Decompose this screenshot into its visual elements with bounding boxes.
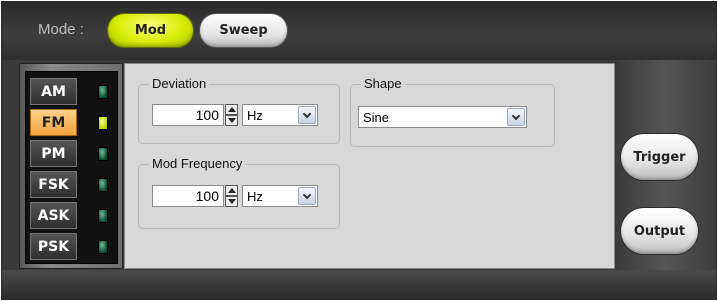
mode-tab-sweep[interactable]: Sweep [200,14,287,47]
mod-row-fsk: FSK [30,171,115,198]
arrow-up-icon [227,188,236,193]
action-panel: Trigger Output [615,60,716,270]
deviation-title: Deviation [149,76,210,91]
psk-indicator-led [98,240,108,254]
mode-label: Mode : [38,21,84,38]
mod-row-ask: ASK [30,202,115,229]
trigger-button[interactable]: Trigger [621,134,698,180]
shape-select[interactable]: Sine [358,106,527,128]
chevron-down-icon [302,109,312,118]
app-window: Mode : Mod Sweep AM FM PM FSK ASK PSK De… [1,1,717,300]
chevron-down-icon [302,190,312,199]
modulation-type-list: AM FM PM FSK ASK PSK [25,71,118,264]
mod-frequency-title: Mod Frequency [149,156,246,171]
ask-button[interactable]: ASK [30,202,77,229]
fsk-indicator-led [98,178,108,192]
am-button[interactable]: AM [30,78,77,105]
deviation-unit-value: Hz [247,108,263,123]
settings-panel: Deviation 100 Hz Shape Sine Mod Frequenc… [124,63,615,269]
ask-indicator-led [98,209,108,223]
fsk-button[interactable]: FSK [30,171,77,198]
status-bar [2,270,716,300]
mod-row-pm: PM [30,140,115,167]
mod-frequency-value-field[interactable]: 100 [152,185,224,207]
mod-frequency-increment-button[interactable] [225,185,238,196]
fm-indicator-led [98,116,108,130]
pm-button[interactable]: PM [30,140,77,167]
deviation-unit-select[interactable]: Hz [242,104,318,126]
mod-frequency-unit-dropdown-button[interactable] [298,187,316,205]
shape-dropdown-button[interactable] [507,108,525,126]
pm-indicator-led [98,147,108,161]
mod-frequency-spin-buttons [225,185,238,207]
modulation-type-panel: AM FM PM FSK ASK PSK [19,63,123,269]
deviation-spin-buttons [225,104,238,126]
output-button[interactable]: Output [621,208,698,254]
arrow-down-icon [227,118,236,123]
arrow-up-icon [227,107,236,112]
deviation-unit-dropdown-button[interactable] [298,106,316,124]
mod-frequency-decrement-button[interactable] [225,196,238,207]
mod-frequency-spinner: 100 [152,185,238,207]
chevron-down-icon [511,111,521,120]
shape-title: Shape [361,76,405,91]
deviation-spinner: 100 [152,104,238,126]
mode-tab-mod[interactable]: Mod [108,14,193,47]
mod-frequency-group: Mod Frequency 100 Hz [138,156,340,229]
mod-row-am: AM [30,78,115,105]
shape-group: Shape Sine [350,76,555,147]
mod-row-psk: PSK [30,233,115,260]
mod-row-fm: FM [30,109,115,136]
fm-button[interactable]: FM [30,109,77,136]
deviation-value-field[interactable]: 100 [152,104,224,126]
psk-button[interactable]: PSK [30,233,77,260]
mode-bar: Mode : Mod Sweep [2,2,716,60]
deviation-decrement-button[interactable] [225,115,238,126]
mod-frequency-unit-select[interactable]: Hz [242,185,318,207]
deviation-increment-button[interactable] [225,104,238,115]
arrow-down-icon [227,199,236,204]
am-indicator-led [98,85,108,99]
deviation-group: Deviation 100 Hz [138,76,340,144]
shape-value: Sine [363,110,390,125]
mod-frequency-unit-value: Hz [247,189,263,204]
